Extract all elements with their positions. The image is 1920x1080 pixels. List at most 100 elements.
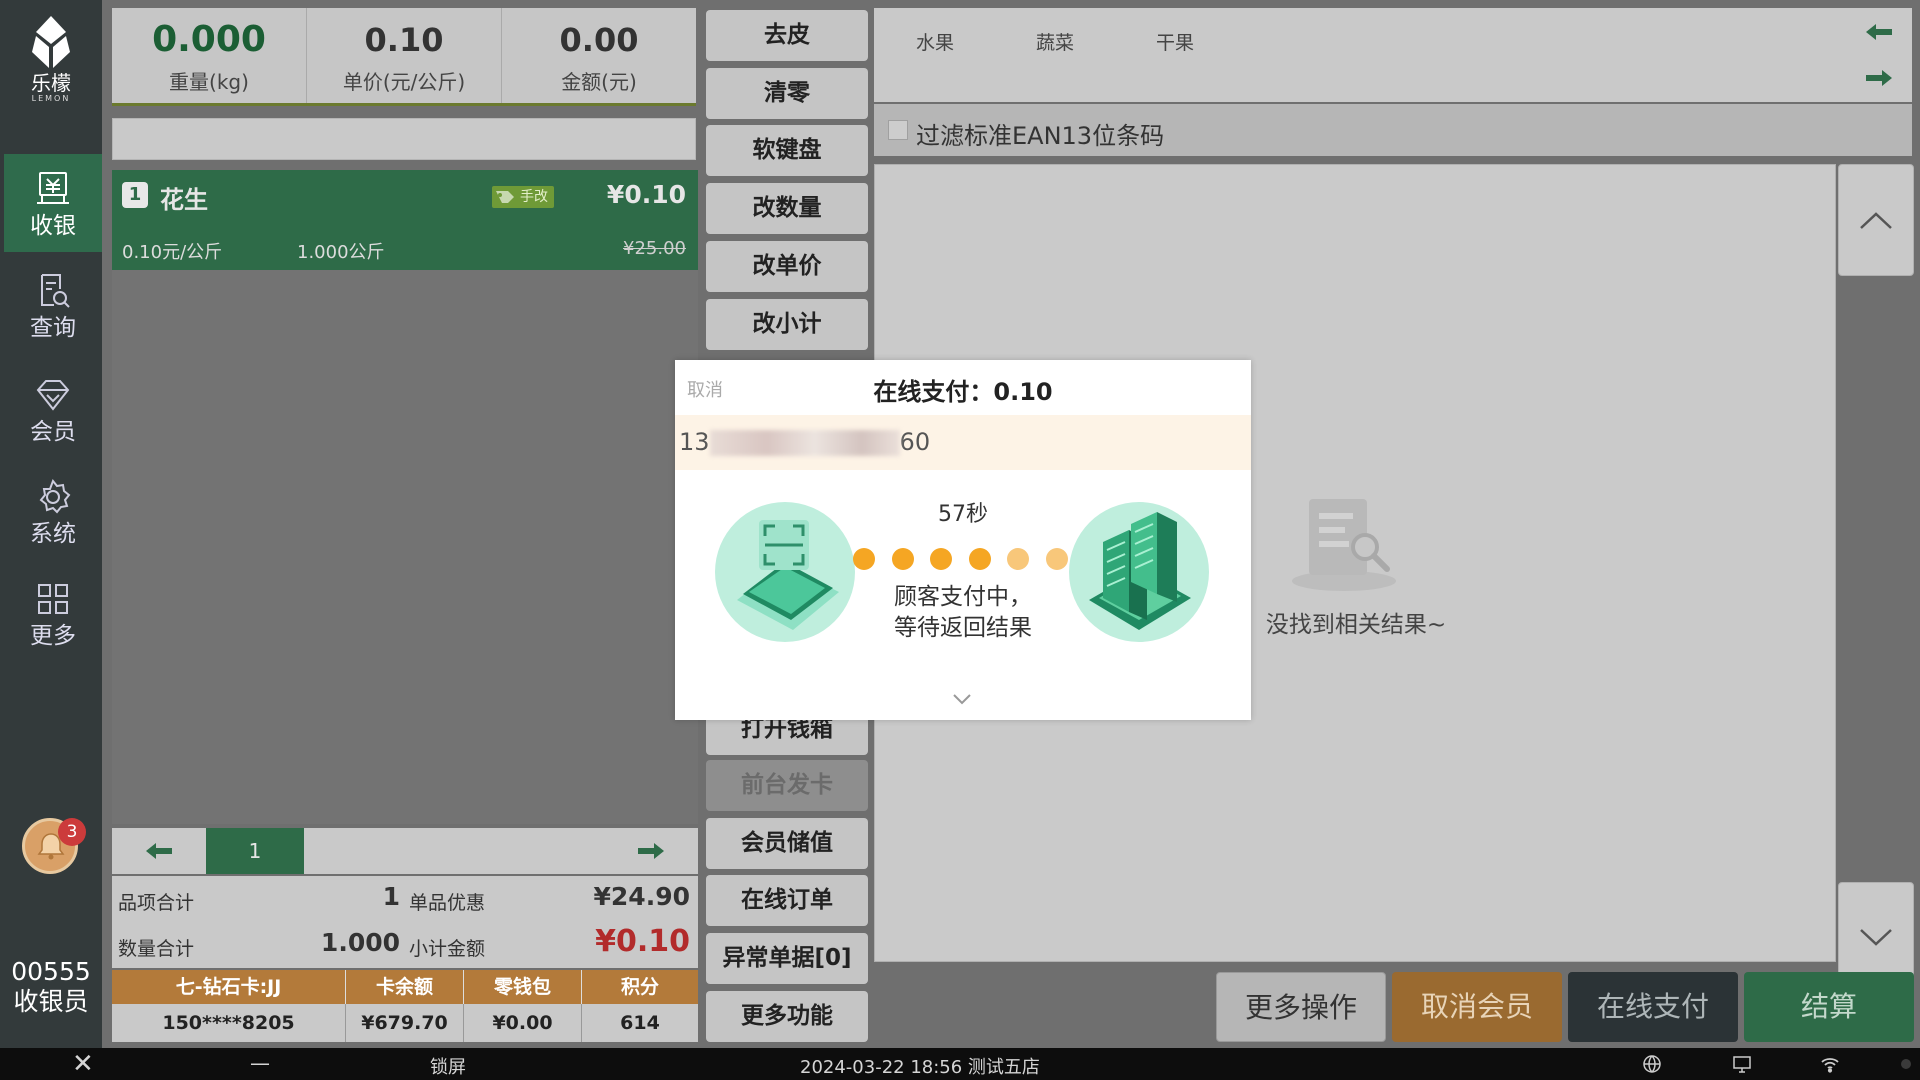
item-total-label: 品项合计 xyxy=(118,892,195,914)
issue-card-button[interactable]: 前台发卡 xyxy=(706,760,868,811)
sidebar: 乐檬 LEMON 收银 查询 会员 系统 更多 3 00555 收银员 xyxy=(0,0,102,1048)
nav-label-member: 会员 xyxy=(30,419,76,445)
unit-price-label: 单价(元/公斤) xyxy=(342,70,466,94)
diamond-icon xyxy=(36,380,70,411)
item-unit-price: 0.10元/公斤 xyxy=(122,242,223,263)
tare-button[interactable]: 去皮 xyxy=(706,10,868,61)
order-pager: 1 xyxy=(112,828,698,874)
item-index: 1 xyxy=(122,182,148,208)
lemon-logo-icon xyxy=(32,16,70,68)
manual-edit-text: 手改 xyxy=(520,189,548,205)
status-dot-icon xyxy=(1901,1059,1911,1069)
payment-code-prefix: 13 xyxy=(679,428,710,456)
payment-code-suffix: 60 xyxy=(899,428,931,456)
weight-label: 重量(kg) xyxy=(169,70,249,94)
payment-status-message: 顾客支付中， 等待返回结果 xyxy=(894,584,1032,641)
current-page[interactable]: 1 xyxy=(206,828,304,874)
edit-subtotal-button[interactable]: 改小计 xyxy=(706,299,868,350)
qty-total-label: 数量合计 xyxy=(118,938,195,960)
soft-keyboard-button[interactable]: 软键盘 xyxy=(706,125,868,176)
online-pay-button[interactable]: 在线支付 xyxy=(1568,972,1738,1042)
settle-button[interactable]: 结算 xyxy=(1744,972,1914,1042)
category-next-icon[interactable] xyxy=(1862,66,1896,90)
order-item[interactable]: 1 花生 手改 ¥0.10 0.10元/公斤 1.000公斤 ¥25.00 xyxy=(112,170,698,270)
tab-vegetables[interactable]: 蔬菜 xyxy=(1036,28,1074,55)
member-card-type: 七-钻石卡:JJ xyxy=(112,970,346,1004)
nav-item-system[interactable]: 系统 xyxy=(4,462,102,560)
totals-row-items: 品项合计 1 单品优惠 ¥24.90 xyxy=(112,876,698,922)
arrow-right-icon xyxy=(638,843,664,859)
notification-badge: 3 xyxy=(58,818,86,846)
more-functions-button[interactable]: 更多功能 xyxy=(706,991,868,1042)
lock-screen-button[interactable]: 锁屏 xyxy=(430,1053,466,1079)
logo: 乐檬 LEMON xyxy=(0,14,102,114)
nav-item-cashier[interactable]: 收银 xyxy=(4,154,102,252)
monitor-icon xyxy=(1733,1056,1751,1073)
cancel-member-button[interactable]: 取消会员 xyxy=(1392,972,1562,1042)
logo-sub: LEMON xyxy=(31,94,71,103)
arrow-left-icon xyxy=(146,843,172,859)
ean13-filter[interactable]: 过滤标准EAN13位条码 xyxy=(874,104,1912,156)
unit-price-readout: 0.10 单价(元/公斤) xyxy=(307,8,502,103)
tab-dried-fruit[interactable]: 干果 xyxy=(1156,28,1194,55)
order-list: 1 花生 手改 ¥0.10 0.10元/公斤 1.000公斤 ¥25.00 xyxy=(112,170,698,824)
exception-bills-button[interactable]: 异常单据[0] xyxy=(706,933,868,984)
discount-value: ¥24.90 xyxy=(593,882,690,911)
chevron-down-icon[interactable] xyxy=(951,692,973,706)
member-wallet: ¥0.00 xyxy=(464,1004,582,1042)
nav-label-cashier: 收银 xyxy=(30,213,76,239)
discount-label: 单品优惠 xyxy=(409,892,486,914)
more-actions-button[interactable]: 更多操作 xyxy=(1216,972,1386,1042)
edit-unit-price-button[interactable]: 改单价 xyxy=(706,241,868,292)
amount-readout: 0.00 金额(元) xyxy=(502,8,696,103)
nav-item-more[interactable]: 更多 xyxy=(4,564,102,662)
unit-price-value: 0.10 xyxy=(364,21,444,59)
nav-item-query[interactable]: 查询 xyxy=(4,256,102,354)
category-prev-icon[interactable] xyxy=(1862,20,1896,44)
barcode-input[interactable] xyxy=(112,118,696,160)
cashier-role: 收银员 xyxy=(13,987,89,1016)
dialog-title: 在线支付：0.10 xyxy=(873,378,1053,406)
minimize-icon[interactable]: — xyxy=(250,1048,270,1078)
member-topup-button[interactable]: 会员储值 xyxy=(706,818,868,869)
scroll-up-button[interactable] xyxy=(1838,164,1914,276)
item-total-value: 1 xyxy=(382,882,400,911)
item-quantity: 1.000公斤 xyxy=(297,242,385,263)
zero-button[interactable]: 清零 xyxy=(706,68,868,119)
scale-readouts: 0.000 重量(kg) 0.10 单价(元/公斤) 0.00 金额(元) xyxy=(112,8,696,106)
member-wallet-header: 零钱包 xyxy=(464,970,582,1004)
item-original-price: ¥25.00 xyxy=(623,238,686,259)
member-table-header: 七-钻石卡:JJ 卡余额 零钱包 积分 xyxy=(112,970,698,1004)
online-payment-dialog: 取消 在线支付：0.10 13 60 57秒 顾客支付中， 等待返回结果 xyxy=(675,360,1251,720)
ean13-filter-label: 过滤标准EAN13位条码 xyxy=(916,122,1165,150)
member-phone: 150****8205 xyxy=(112,1004,346,1042)
prev-page-button[interactable] xyxy=(112,828,206,874)
member-card-table[interactable]: 七-钻石卡:JJ 卡余额 零钱包 积分 150****8205 ¥679.70 … xyxy=(112,970,698,1042)
order-totals: 品项合计 1 单品优惠 ¥24.90 数量合计 1.000 小计金额 ¥0.10 xyxy=(112,876,698,968)
logo-name: 乐檬 xyxy=(31,71,71,95)
amount-value: 0.00 xyxy=(559,21,639,59)
subtotal-value: ¥0.10 xyxy=(595,924,690,959)
item-price: ¥0.10 xyxy=(606,180,686,209)
nav-label-system: 系统 xyxy=(30,521,76,547)
progress-dots-icon xyxy=(853,548,1068,570)
nav-item-member[interactable]: 会员 xyxy=(4,360,102,458)
totals-row-qty: 数量合计 1.000 小计金额 ¥0.10 xyxy=(112,922,698,968)
amount-label: 金额(元) xyxy=(561,70,637,94)
chevron-up-icon xyxy=(1860,212,1892,229)
ean13-filter-checkbox[interactable] xyxy=(888,120,908,140)
register-icon xyxy=(37,172,69,204)
tab-fruit[interactable]: 水果 xyxy=(916,28,954,55)
payment-code-masked xyxy=(709,430,900,456)
member-balance-header: 卡余额 xyxy=(346,970,464,1004)
payment-code: 13 60 xyxy=(675,415,1251,470)
weight-value: 0.000 xyxy=(152,19,266,60)
subtotal-label: 小计金额 xyxy=(409,938,486,960)
edit-quantity-button[interactable]: 改数量 xyxy=(706,183,868,234)
wifi-icon xyxy=(1821,1058,1839,1073)
close-icon[interactable]: ✕ xyxy=(72,1048,94,1080)
member-balance: ¥679.70 xyxy=(346,1004,464,1042)
member-table-row: 150****8205 ¥679.70 ¥0.00 614 xyxy=(112,1004,698,1042)
next-page-button[interactable] xyxy=(604,828,698,874)
online-orders-button[interactable]: 在线订单 xyxy=(706,875,868,926)
